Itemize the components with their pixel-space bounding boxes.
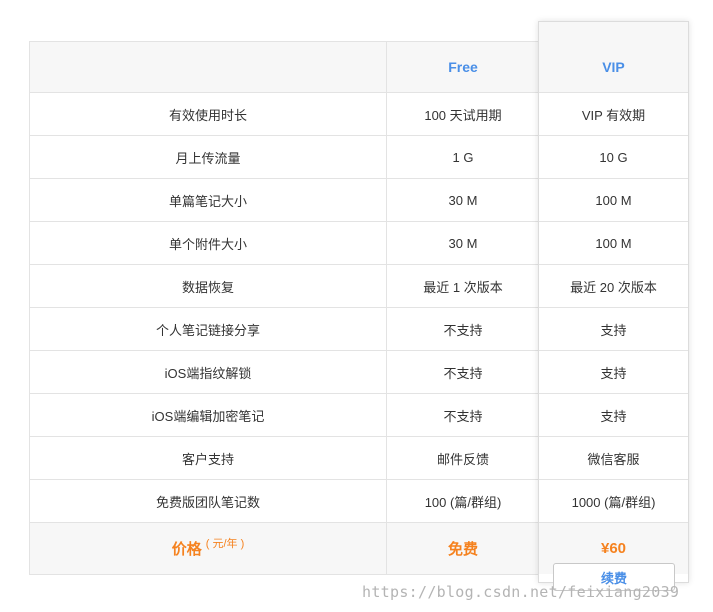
feature-label: 单篇笔记大小 [30,179,387,221]
feature-free-value: 邮件反馈 [436,451,489,467]
table-header-row: Free [30,42,540,93]
vip-table-row: 最近 20 次版本 [539,265,688,308]
vip-table-row: 100 M [539,179,688,222]
feature-label: iOS端指纹解锁 [30,351,387,393]
table-row: 单篇笔记大小 30 M [30,179,540,222]
vip-header-row: VIP [539,22,688,93]
plan-name-vip: VIP [602,59,625,75]
comparison-table: Free 有效使用时长 100 天试用期 月上传流量 1 G 单篇笔记大小 30 M 单个附… [29,41,540,575]
feature-free-value: 不支持 [443,365,483,381]
price-vip: ¥60 [600,540,627,557]
price-label: 价格 [171,541,202,558]
vip-column-card: VIP VIP 有效期 10 G 100 M 100 M 最近 20 次版本 支持 支持 支持… [538,21,689,591]
feature-label: 个人笔记链接分享 [30,308,387,350]
table-row: 个人笔记链接分享 不支持 [30,308,540,351]
table-row: 数据恢复 最近 1 次版本 [30,265,540,308]
vip-table-row: 100 M [539,222,688,265]
table-row: iOS端编辑加密笔记 不支持 [30,394,540,437]
vip-table-row: 支持 [539,351,688,394]
feature-free-value: 1 G [452,149,474,165]
feature-vip-value: 支持 [600,365,627,381]
header-free-cell: Free [387,42,539,92]
table-row: 月上传流量 1 G [30,136,540,179]
plan-name-free: Free [448,59,478,75]
vip-table-row: 支持 [539,394,688,437]
feature-free-value: 不支持 [443,408,483,424]
table-row: 有效使用时长 100 天试用期 [30,93,540,136]
feature-free-value: 不支持 [443,322,483,338]
feature-label: 单个附件大小 [30,222,387,264]
table-row: iOS端指纹解锁 不支持 [30,351,540,394]
vip-table-row: 微信客服 [539,437,688,480]
feature-free-value: 100 天试用期 [424,107,502,123]
feature-vip-value: 微信客服 [587,451,640,467]
feature-label: 月上传流量 [30,136,387,178]
header-vip-cell: VIP [539,42,688,92]
header-empty-cell [30,42,387,92]
watermark-text: https://blog.csdn.net/feixiang2039 [362,583,680,601]
feature-vip-value: 支持 [600,408,627,424]
feature-vip-value: 支持 [600,322,627,338]
feature-vip-value: 100 M [595,192,632,208]
vip-table-row: 支持 [539,308,688,351]
feature-vip-value: 最近 20 次版本 [570,279,657,295]
feature-free-value: 30 M [448,192,478,208]
price-label-cell: 价格 ( 元/年 ) [30,523,387,574]
feature-label: 免费版团队笔记数 [30,480,387,522]
feature-free-value: 最近 1 次版本 [423,279,503,295]
vip-table-row: VIP 有效期 [539,93,688,136]
price-free-cell: 免费 [387,523,539,574]
feature-vip-value: VIP 有效期 [581,107,646,123]
price-row: 价格 ( 元/年 ) 免费 [30,523,540,575]
feature-free-value: 30 M [448,235,478,251]
feature-label: 有效使用时长 [30,93,387,135]
vip-table-row: 1000 (篇/群组) [539,480,688,523]
vip-table-row: 10 G [539,136,688,179]
feature-free-value: 100 (篇/群组) [424,494,502,510]
feature-vip-value: 10 G [599,149,628,165]
table-row: 免费版团队笔记数 100 (篇/群组) [30,480,540,523]
price-free: 免费 [447,541,478,558]
feature-label: iOS端编辑加密笔记 [30,394,387,436]
table-row: 客户支持 邮件反馈 [30,437,540,480]
feature-vip-value: 1000 (篇/群组) [571,494,656,510]
price-unit: ( 元/年 ) [205,537,245,550]
table-row: 单个附件大小 30 M [30,222,540,265]
feature-label: 客户支持 [30,437,387,479]
feature-vip-value: 100 M [595,235,632,251]
feature-label: 数据恢复 [30,265,387,307]
